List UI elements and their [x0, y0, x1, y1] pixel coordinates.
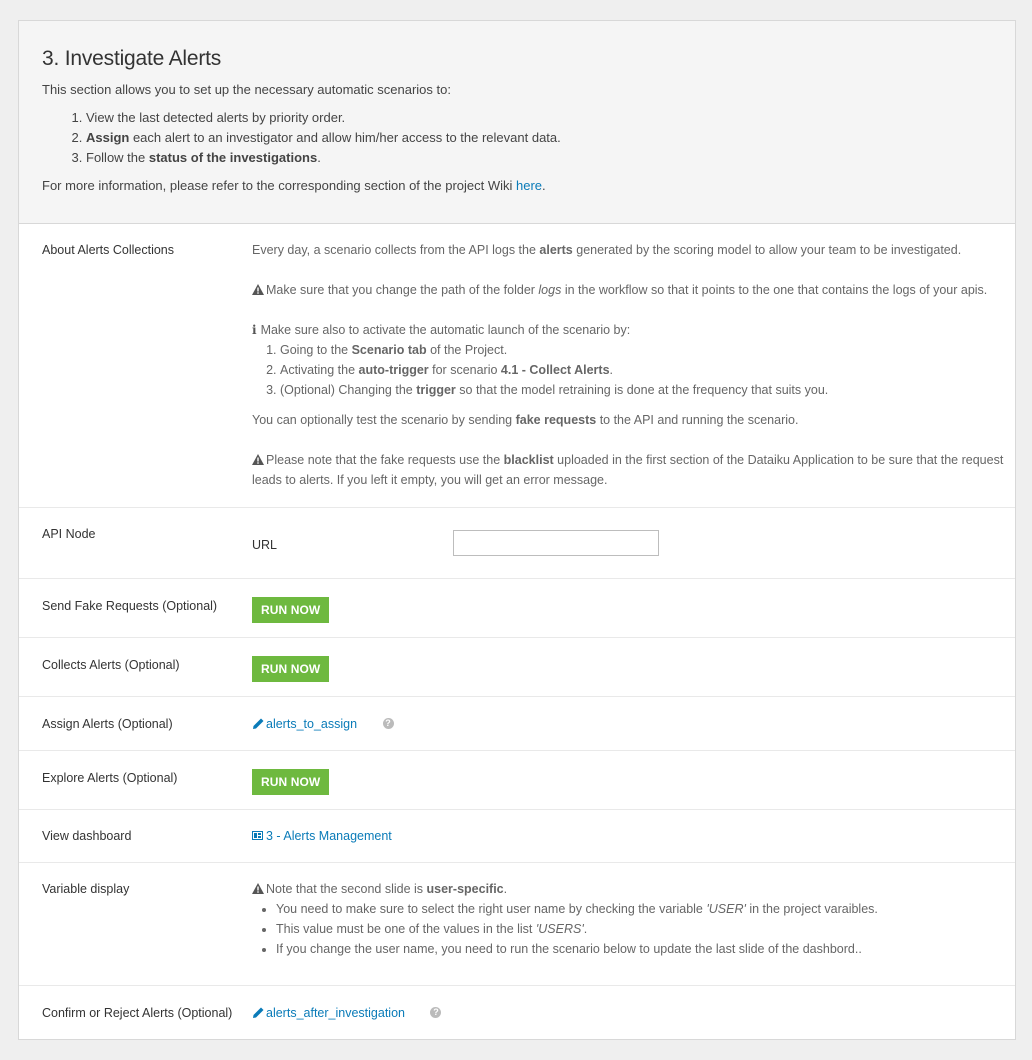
row-label: View dashboard — [42, 829, 132, 843]
row-label: About Alerts Collections — [42, 243, 175, 257]
investigate-alerts-card: 3. Investigate Alerts This section allow… — [18, 20, 1016, 1040]
dashboard-icon — [252, 831, 263, 841]
section-steps: View the last detected alerts by priorit… — [42, 108, 992, 168]
url-input[interactable] — [453, 530, 659, 556]
help-icon[interactable]: ? — [430, 1007, 442, 1019]
dataset-link-alerts-after-investigation[interactable]: alerts_after_investigation — [252, 1006, 405, 1020]
row-explore-alerts: Explore Alerts (Optional) RUN NOW — [19, 751, 1015, 810]
row-api-node: API Node URL — [19, 508, 1015, 579]
wiki-link[interactable]: here — [516, 178, 542, 193]
step-item: Assign each alert to an investigator and… — [86, 128, 992, 148]
section-intro: This section allows you to set up the ne… — [42, 82, 451, 97]
dashboard-link[interactable]: 3 - Alerts Management — [252, 829, 392, 843]
pencil-icon — [253, 1007, 264, 1018]
row-label: Variable display — [42, 882, 130, 896]
step-item: Activating the auto-trigger for scenario… — [280, 360, 1015, 380]
section-header: 3. Investigate Alerts This section allow… — [19, 21, 1015, 224]
run-now-button[interactable]: RUN NOW — [252, 769, 330, 795]
section-title: 3. Investigate Alerts — [42, 47, 222, 70]
row-label: Confirm or Reject Alerts (Optional) — [42, 1006, 233, 1020]
row-about-alerts: About Alerts Collections Every day, a sc… — [19, 224, 1015, 508]
step-item: View the last detected alerts by priorit… — [86, 108, 992, 128]
step-item: (Optional) Changing the trigger so that … — [280, 380, 1015, 400]
row-assign-alerts: Assign Alerts (Optional) alerts_to_assig… — [19, 697, 1015, 751]
help-icon[interactable]: ? — [382, 718, 394, 730]
row-label: Send Fake Requests (Optional) — [42, 599, 218, 613]
row-confirm-reject-alerts: Confirm or Reject Alerts (Optional) aler… — [19, 986, 1015, 1040]
more-info: For more information, please refer to th… — [42, 178, 546, 193]
row-view-dashboard: View dashboard 3 - Alerts Management — [19, 810, 1015, 863]
bullet-item: You need to make sure to select the righ… — [276, 899, 1015, 919]
row-variable-display: Variable display Note that the second sl… — [19, 863, 1015, 986]
about-description: Every day, a scenario collects from the … — [252, 224, 1015, 507]
row-label: API Node — [42, 527, 96, 541]
bullet-item: This value must be one of the values in … — [276, 919, 1015, 939]
row-label: Assign Alerts (Optional) — [42, 717, 173, 731]
row-send-fake-requests: Send Fake Requests (Optional) RUN NOW — [19, 579, 1015, 638]
warning-icon — [252, 454, 264, 466]
row-collects-alerts: Collects Alerts (Optional) RUN NOW — [19, 638, 1015, 697]
pencil-icon — [253, 718, 264, 729]
row-label: Explore Alerts (Optional) — [42, 771, 178, 785]
bullet-item: If you change the user name, you need to… — [276, 939, 1015, 959]
run-now-button[interactable]: RUN NOW — [252, 597, 330, 623]
dataset-link-alerts-to-assign[interactable]: alerts_to_assign — [252, 717, 357, 731]
info-icon: i — [252, 323, 257, 337]
warning-icon — [252, 883, 264, 895]
step-item: Follow the status of the investigations. — [86, 148, 992, 168]
run-now-button[interactable]: RUN NOW — [252, 656, 330, 682]
row-label: Collects Alerts (Optional) — [42, 658, 180, 672]
url-label: URL — [252, 538, 278, 552]
warning-icon — [252, 284, 264, 296]
step-item: Going to the Scenario tab of the Project… — [280, 340, 1015, 360]
